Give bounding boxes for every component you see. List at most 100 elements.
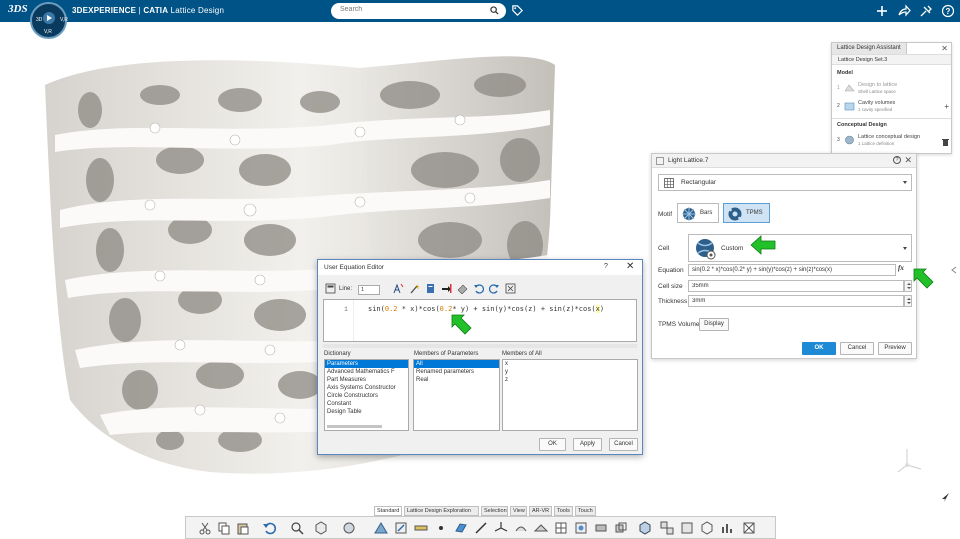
compass-widget[interactable]: 3D V,R V,R [30, 2, 68, 39]
equation-code[interactable]: sin(0.2 * x)*cos(0.2* y) + sin(y)*cos(z)… [368, 305, 604, 313]
lattice-tool-icon[interactable] [374, 521, 388, 535]
close-icon[interactable]: ✕ [941, 44, 948, 53]
help-button[interactable]: ? [604, 263, 608, 270]
solid-icon[interactable] [638, 521, 652, 535]
equation-code-editor[interactable]: 1 sin(0.2 * x)*cos(0.2* y) + sin(y)*cos(… [323, 299, 637, 342]
search-box[interactable] [331, 3, 506, 19]
motif-bars-button[interactable]: Bars [677, 203, 719, 223]
thickness-field[interactable] [688, 295, 904, 307]
list-item[interactable]: y [503, 368, 637, 376]
close-icon[interactable]: ✕ [626, 261, 634, 272]
cut-icon[interactable] [198, 521, 212, 535]
ok-button[interactable]: OK [539, 438, 566, 451]
document-icon[interactable] [425, 283, 436, 294]
help-icon[interactable]: ? [941, 4, 955, 18]
list-item[interactable]: Parameters [325, 360, 408, 368]
boolean-icon[interactable] [614, 521, 628, 535]
axis-system-icon[interactable] [494, 521, 508, 535]
close-icon[interactable]: ✕ [904, 155, 912, 166]
trash-icon[interactable] [942, 138, 949, 146]
list-item[interactable]: x [503, 360, 637, 368]
transform-icon[interactable] [574, 521, 588, 535]
members-of-all-list[interactable]: x y z [502, 359, 638, 431]
search-icon[interactable] [490, 6, 499, 15]
add-icon[interactable]: + [944, 102, 949, 111]
list-item[interactable]: Renamed parameters [414, 368, 499, 376]
surface-icon[interactable] [534, 521, 548, 535]
play-icon[interactable] [43, 12, 55, 24]
lattice-type-select[interactable]: Rectangular [658, 174, 912, 191]
point-icon[interactable] [434, 521, 448, 535]
apply-button[interactable]: Apply [573, 438, 602, 451]
tag-icon[interactable] [511, 4, 524, 17]
list-item[interactable]: Axis Systems Constructor [325, 384, 408, 392]
axis-triad-icon[interactable] [895, 445, 925, 475]
assistant-tab[interactable]: Lattice Design Assistant [832, 43, 907, 54]
tab-selection[interactable]: Selection [481, 506, 508, 516]
tab-tools[interactable]: Tools [554, 506, 573, 516]
list-item[interactable]: Real [414, 376, 499, 384]
view-cube-icon[interactable] [314, 521, 328, 535]
share-icon[interactable] [897, 4, 911, 18]
wizard-icon[interactable] [409, 283, 420, 294]
tab-lattice-design-exploration[interactable]: Lattice Design Exploration [404, 506, 479, 516]
plane-icon[interactable] [454, 521, 468, 535]
grid-icon[interactable] [554, 521, 568, 535]
insert-icon[interactable] [441, 283, 452, 294]
redo-icon[interactable] [489, 283, 500, 294]
measure-icon[interactable] [414, 521, 428, 535]
search-input[interactable] [340, 6, 480, 13]
structure-icon[interactable] [742, 521, 756, 535]
undo-icon[interactable] [262, 521, 276, 535]
fx-formula-button[interactable]: fx [898, 264, 912, 276]
copy-icon[interactable] [217, 521, 231, 535]
cell-size-field[interactable] [688, 280, 904, 292]
tab-touch[interactable]: Touch [575, 506, 596, 516]
list-item[interactable]: z [503, 376, 637, 384]
calculator-icon[interactable] [325, 283, 336, 294]
dictionary-list[interactable]: Parameters Advanced Mathematics F Part M… [324, 359, 409, 431]
chevron-left-icon[interactable] [950, 266, 958, 274]
cell-size-spinner[interactable] [904, 280, 912, 292]
help-icon[interactable]: ? [893, 156, 901, 164]
undo-icon[interactable] [473, 283, 484, 294]
cancel-button[interactable]: Cancel [840, 342, 874, 355]
horizontal-scrollbar[interactable] [323, 344, 637, 348]
eraser-icon[interactable] [457, 283, 468, 294]
list-item[interactable]: Design Table [325, 408, 408, 416]
body-icon[interactable] [680, 521, 694, 535]
thickness-spinner[interactable] [904, 295, 912, 307]
list-item[interactable]: Part Measures [325, 376, 408, 384]
preview-button[interactable]: Preview [878, 342, 912, 355]
step-lattice-conceptual-design[interactable]: 3 Lattice conceptual design 1 Lattice de… [837, 133, 949, 149]
analysis-icon[interactable] [720, 521, 734, 535]
cancel-button[interactable]: Cancel [609, 438, 638, 451]
list-item[interactable]: All [414, 360, 499, 368]
step-cavity-volumes[interactable]: 2 Cavity volumes 1 cavity specified + [837, 99, 949, 115]
edit-tool-icon[interactable] [394, 521, 408, 535]
3ds-logo[interactable]: 3DS [8, 3, 28, 15]
shell-icon[interactable] [700, 521, 714, 535]
tab-standard[interactable]: Standard [374, 506, 402, 516]
step-design-to-lattice[interactable]: 1 Design to lattice Shell Lattice space [837, 81, 949, 97]
list-item[interactable]: Advanced Mathematics F [325, 368, 408, 376]
function-icon[interactable] [393, 283, 404, 294]
render-icon[interactable] [342, 521, 356, 535]
motif-tpms-button[interactable]: TPMS [723, 203, 770, 223]
list-scrollbar[interactable] [327, 425, 382, 428]
members-of-parameters-list[interactable]: All Renamed parameters Real [413, 359, 500, 431]
tools-icon[interactable] [919, 4, 933, 18]
equation-field[interactable]: sin(0.2 * x)*cos(0.2* y) + sin(y)*cos(z)… [688, 264, 896, 276]
sweep-icon[interactable] [514, 521, 528, 535]
paste-icon[interactable] [236, 521, 250, 535]
tab-ar-vr[interactable]: AR-VR [529, 506, 552, 516]
line-number-field[interactable]: 1 [358, 285, 380, 295]
zoom-icon[interactable] [290, 521, 304, 535]
line-icon[interactable] [474, 521, 488, 535]
assembly-icon[interactable] [660, 521, 674, 535]
ok-button[interactable]: OK [802, 342, 836, 355]
clear-icon[interactable] [505, 283, 516, 294]
list-item[interactable]: Circle Constructors [325, 392, 408, 400]
tab-view[interactable]: View [510, 506, 527, 516]
plus-icon[interactable] [875, 4, 889, 18]
